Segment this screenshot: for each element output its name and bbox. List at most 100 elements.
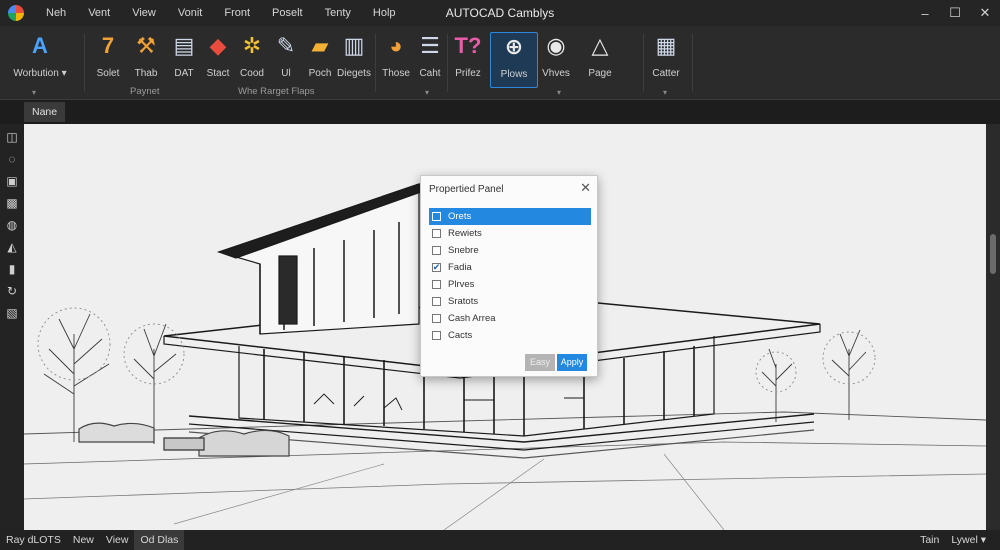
rotate-tool-icon[interactable]: ↻ (0, 280, 24, 302)
selection-icon: 7 (101, 33, 115, 58)
tool-button-vhves[interactable]: ◉ Vhves (540, 32, 572, 88)
layers-icon: ▦ (655, 33, 677, 58)
checkbox[interactable] (432, 229, 441, 238)
tool-label: Prifez (455, 68, 481, 79)
chevron-down-icon[interactable]: ▾ (663, 88, 667, 97)
document-icon: ▤ (173, 33, 195, 58)
cancel-button[interactable]: Easy (525, 354, 555, 371)
eye-icon: ◉ (546, 33, 566, 58)
gear-icon: ✲ (242, 33, 262, 58)
minimize-button[interactable]: – (910, 0, 940, 26)
menu-item[interactable]: Vent (88, 7, 110, 19)
checkbox[interactable] (432, 331, 441, 340)
status-bar: Ray dLOTS New View Od Dlas Tain Lywel ▾ (0, 530, 1000, 550)
list-item[interactable]: Cacts (429, 327, 591, 344)
ribbon-group-label: Whe Rarget Flaps (238, 86, 315, 97)
list-item-label: Orets (448, 211, 472, 222)
list-item[interactable]: ✔ Fadia (429, 259, 591, 276)
apply-button[interactable]: Apply (557, 354, 587, 371)
status-item-layouts[interactable]: Ray dLOTS (0, 530, 67, 550)
checkbox[interactable] (432, 280, 441, 289)
list-item[interactable]: Orets (429, 208, 591, 225)
window-controls: – ☐ ✕ (910, 0, 1000, 26)
chevron-down-icon[interactable]: ▾ (557, 88, 561, 97)
list-item[interactable]: Rewiets (429, 225, 591, 242)
menu-item[interactable]: Poselt (272, 7, 303, 19)
tool-button-cood[interactable]: ✲ Cood (236, 32, 268, 88)
left-toolbar: ◫ ◌ ▣ ▩ ◍ ◭ ▮ ↻ ▧ (0, 124, 24, 530)
tool-button-plows[interactable]: ⊕ Plows (490, 32, 538, 88)
status-item-new[interactable]: New (67, 530, 100, 550)
menu-item[interactable]: Tenty (325, 7, 351, 19)
tool-button-worbution[interactable]: A Worbution ▾ (6, 32, 74, 88)
hatch-tool-icon[interactable]: ▧ (0, 302, 24, 324)
stamp-tool-icon[interactable]: ▩ (0, 192, 24, 214)
menu-item[interactable]: Holp (373, 7, 396, 19)
list-item-label: Sratots (448, 296, 479, 307)
ribbon-separator (84, 34, 85, 92)
tool-button-poch[interactable]: ▰ Poch (304, 32, 336, 88)
tool-button-those[interactable]: ◕ Those (380, 32, 412, 88)
ribbon-separator (692, 34, 693, 92)
tool-button-solet[interactable]: 7 Solet (92, 32, 124, 88)
tool-label: Vhves (542, 68, 570, 79)
list-item-label: Cash Arrea (448, 313, 496, 324)
tool-button-stact[interactable]: ◆ Stact (202, 32, 234, 88)
tool-button-thab[interactable]: ⚒ Thab (130, 32, 162, 88)
tool-button-caht[interactable]: ☰ Caht (414, 32, 446, 88)
menu-item[interactable]: Vonit (178, 7, 202, 19)
tool-button-ul[interactable]: ✎ Ul (270, 32, 302, 88)
menu-item[interactable]: View (132, 7, 156, 19)
checkbox[interactable] (432, 297, 441, 306)
ribbon-separator (447, 34, 448, 92)
tool-button-diegets[interactable]: ▥ Diegets (337, 32, 371, 88)
circle-tool-icon[interactable]: ◌ (0, 148, 24, 170)
tool-label: Diegets (337, 68, 371, 79)
tab-document[interactable]: Nane (24, 102, 66, 122)
layer-dropdown[interactable]: Lywel ▾ (945, 530, 992, 550)
scrollbar-thumb[interactable] (990, 234, 996, 274)
list-item[interactable]: Plrves (429, 276, 591, 293)
checkbox-checked[interactable]: ✔ (432, 263, 441, 272)
list-item[interactable]: Sratots (429, 293, 591, 310)
list-item-label: Snebre (448, 245, 479, 256)
text-tool-icon: T? (454, 33, 482, 58)
tool-button-catter[interactable]: ▦ Catter (650, 32, 682, 88)
menu-item[interactable]: Neh (46, 7, 66, 19)
list-item-label: Plrves (448, 279, 475, 290)
checkbox[interactable] (432, 314, 441, 323)
menu-item[interactable]: Front (224, 7, 250, 19)
pin-tool-icon[interactable]: ▮ (0, 258, 24, 280)
line-tool-icon[interactable]: ◫ (0, 126, 24, 148)
tool-label: DAT (174, 68, 194, 79)
tool-label: Stact (206, 68, 230, 79)
checkbox[interactable] (432, 212, 441, 221)
chevron-down-icon[interactable]: ▾ (425, 88, 429, 97)
tool-label: Poch (308, 68, 332, 79)
list-item[interactable]: Snebre (429, 242, 591, 259)
ribbon-separator (643, 34, 644, 92)
vertical-scrollbar[interactable] (986, 124, 1000, 530)
arrow-tool-icon[interactable]: ◭ (0, 236, 24, 258)
binder-icon: ▥ (343, 33, 365, 58)
autocad-a-icon: A (32, 33, 48, 58)
rectangle-tool-icon[interactable]: ▣ (0, 170, 24, 192)
status-item-tain[interactable]: Tain (914, 530, 945, 550)
status-item-view[interactable]: View (100, 530, 135, 550)
document-tab-strip: Nane (0, 100, 1000, 124)
tool-button-dat[interactable]: ▤ DAT (168, 32, 200, 88)
tool-button-page[interactable]: △ Page (584, 32, 616, 88)
list-item[interactable]: Cash Arrea (429, 310, 591, 327)
chevron-down-icon[interactable]: ▾ (32, 88, 36, 97)
close-icon[interactable]: ✕ (580, 180, 591, 196)
ribbon-group-label: Paynet (130, 86, 160, 97)
tool-label: Plows (500, 69, 528, 80)
list-item-label: Rewiets (448, 228, 482, 239)
curve-tool-icon[interactable]: ◍ (0, 214, 24, 236)
status-item-old-dlas[interactable]: Od Dlas (134, 530, 185, 550)
tool-button-prifez[interactable]: T? Prifez (452, 32, 484, 88)
checkbox[interactable] (432, 246, 441, 255)
close-window-button[interactable]: ✕ (970, 0, 1000, 26)
maximize-button[interactable]: ☐ (940, 0, 970, 26)
app-logo-icon[interactable] (8, 5, 24, 21)
